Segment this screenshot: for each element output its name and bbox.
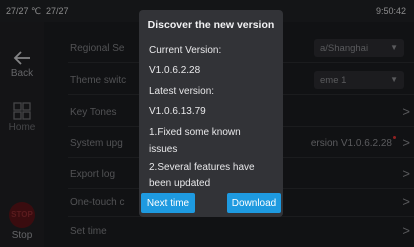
back-arrow-icon [13,51,30,65]
latest-version-value: V1.0.6.13.79 [149,106,206,117]
row-label: Export log [70,169,116,180]
next-time-button[interactable]: Next time [141,193,195,213]
stop-button[interactable]: STOP Stop [0,202,44,241]
theme-dropdown[interactable]: eme 1 ▼ [314,71,404,89]
indoor-temperature: 27/27 ℃ [6,6,42,16]
stop-label: Stop [11,230,33,241]
chevron-right-icon: > [402,104,410,119]
chevron-right-icon: > [402,223,410,238]
clock: 9:50:42 [375,6,406,16]
chevron-right-icon: > [402,166,410,181]
latest-version-label: Latest version: [149,86,215,97]
chevron-right-icon: > [402,194,410,209]
release-note-2: 2.Several features have [149,162,255,173]
release-note-1: 1.Fixed some known [149,127,241,138]
row-label: Theme switc [70,75,127,86]
download-button[interactable]: Download [227,193,281,213]
release-note-1-cont: issues [149,144,178,155]
region-dropdown[interactable]: a/Shanghai ▼ [314,39,404,57]
stop-icon: STOP [9,202,35,228]
row-label: Key Tones [70,107,117,118]
dropdown-value: eme 1 [320,75,347,86]
outdoor-temperature: 27/27 [46,6,69,16]
home-button[interactable]: Home [0,102,44,133]
release-note-2-cont: been updated [149,178,211,189]
dialog-title: Discover the new version [147,19,275,31]
dropdown-value: a/Shanghai [320,43,369,54]
current-version-value: V1.0.6.2.28 [149,65,201,76]
back-button[interactable]: Back [0,50,44,79]
current-version-label: Current Version: [149,45,222,56]
update-dot-icon [393,136,396,139]
home-label: Home [8,122,36,133]
row-label: System upg [70,138,123,149]
dropdown-arrow-icon: ▼ [390,43,398,52]
side-rail: Back Home STOP Stop [0,22,44,247]
home-grid-icon [13,102,31,120]
row-value: ersion V1.0.6.2.28 [310,138,392,149]
row-label: Regional Se [70,43,125,54]
row-label: One-touch c [70,197,125,208]
dropdown-arrow-icon: ▼ [390,75,398,84]
back-label: Back [10,68,34,79]
row-label: Set time [70,226,107,237]
settings-row-set-time[interactable]: Set time > [68,217,414,245]
chevron-right-icon: > [402,135,410,150]
update-dialog: Discover the new version Current Version… [139,10,283,217]
